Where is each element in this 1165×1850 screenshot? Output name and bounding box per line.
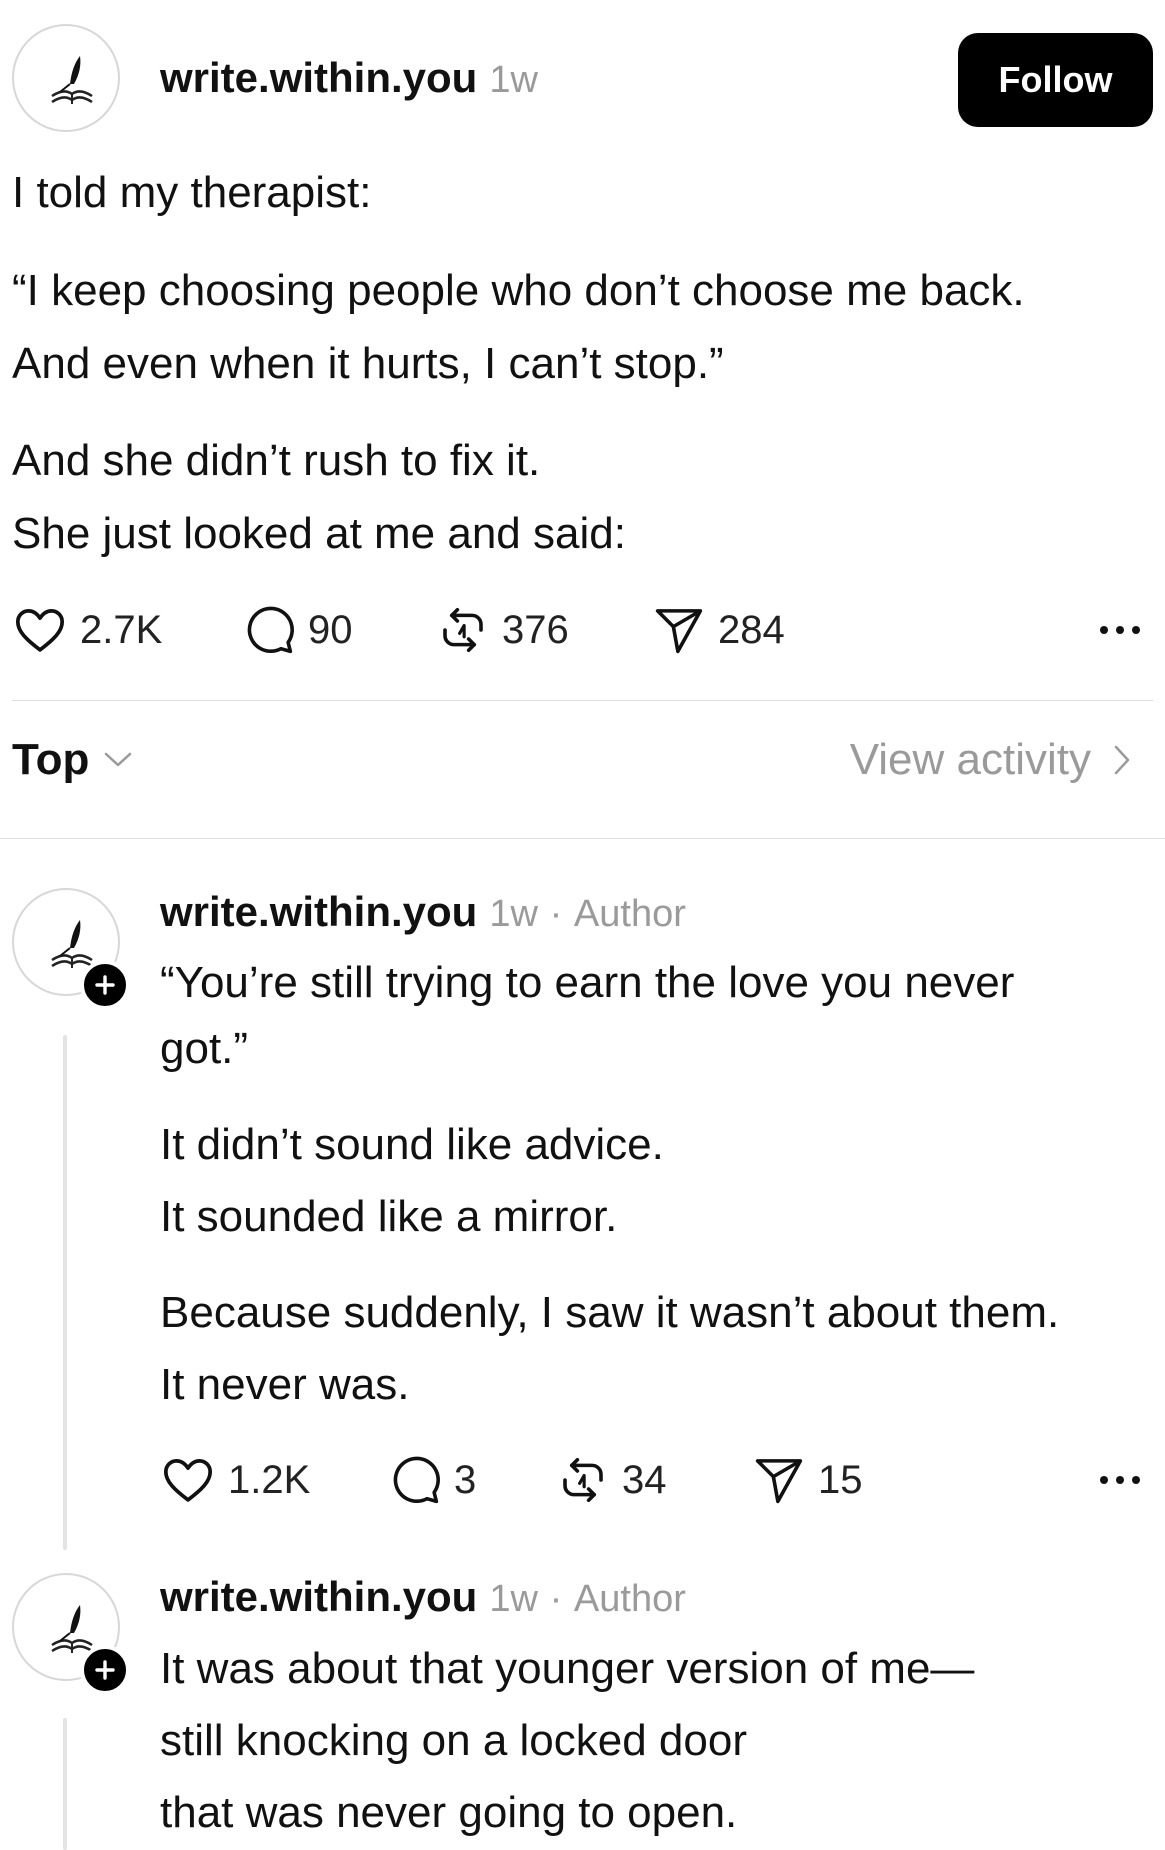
reply-text-line: got.” [160, 1024, 249, 1073]
share-count: 284 [718, 607, 785, 652]
reply-actions: 1.2K 3 34 15 [0, 1450, 1165, 1510]
divider [0, 838, 1165, 839]
like-count: 2.7K [80, 607, 163, 652]
repost-count: 376 [502, 607, 569, 652]
reply-text-line: It didn’t sound like advice. [160, 1120, 664, 1169]
paper-plane-icon [655, 609, 703, 654]
like-button[interactable]: 2.7K [12, 600, 162, 660]
share-count: 15 [818, 1457, 863, 1502]
avatar[interactable] [12, 24, 120, 132]
repost-button[interactable]: 376 [436, 600, 569, 660]
username-text[interactable]: write.within.you [160, 888, 477, 935]
thread-line [63, 1718, 67, 1850]
plus-icon [95, 1660, 115, 1680]
repost-arrows-icon [563, 1457, 603, 1503]
chevron-down-icon [105, 752, 132, 767]
reply-text-line: “You’re still trying to earn the love yo… [160, 958, 1015, 1007]
more-dots-icon [1100, 626, 1140, 634]
heart-icon [15, 609, 65, 652]
comment-button[interactable]: 90 [242, 600, 353, 660]
reply-text-line: still knocking on a locked door [160, 1716, 747, 1765]
reply-time: 1w [489, 893, 538, 935]
reply-username[interactable]: write.within.you 1w · Author [160, 888, 686, 936]
comment-button[interactable]: 3 [388, 1450, 476, 1510]
share-button[interactable]: 15 [752, 1450, 863, 1510]
post-actions: 2.7K 90 376 284 [0, 600, 1165, 660]
quill-and-book-icon [51, 56, 93, 104]
reply-text-line: It was about that younger version of me— [160, 1644, 975, 1693]
reply-text-line: It never was. [160, 1360, 410, 1409]
post-text-line: I told my therapist: [12, 168, 372, 217]
reply-text-line: Because suddenly, I saw it wasn’t about … [160, 1288, 1060, 1337]
follow-plus-badge[interactable] [80, 960, 130, 1010]
sort-label: Top [12, 735, 90, 784]
follow-plus-badge[interactable] [80, 1645, 130, 1695]
post-text-line: And she didn’t rush to fix it. [12, 436, 541, 485]
comment-count: 90 [308, 607, 353, 652]
comment-bubble-icon [393, 1456, 440, 1504]
separator-dot: · [549, 893, 563, 935]
sort-dropdown[interactable]: Top [12, 735, 133, 785]
post-time: 1w [489, 59, 538, 101]
reply-username[interactable]: write.within.you 1w · Author [160, 1573, 686, 1621]
more-button[interactable] [1090, 1450, 1150, 1510]
share-button[interactable]: 284 [652, 600, 785, 660]
post-header: write.within.you 1w Follow [0, 0, 1165, 160]
chevron-right-icon [1114, 745, 1130, 775]
repost-button[interactable]: 34 [556, 1450, 667, 1510]
repost-count: 34 [622, 1457, 667, 1502]
view-activity-label: View activity [849, 735, 1091, 784]
post-text-line: “I keep choosing people who don’t choose… [12, 266, 1025, 315]
comment-count: 3 [454, 1457, 477, 1502]
separator-dot: · [549, 1578, 563, 1620]
post-username[interactable]: write.within.you 1w [160, 54, 538, 102]
like-button[interactable]: 1.2K [160, 1450, 310, 1510]
follow-button[interactable]: Follow [958, 33, 1153, 127]
more-button[interactable] [1090, 600, 1150, 660]
reply-text-line: that was never going to open. [160, 1788, 738, 1837]
like-count: 1.2K [228, 1457, 311, 1502]
paper-plane-icon [755, 1459, 803, 1504]
more-dots-icon [1100, 1476, 1140, 1484]
view-activity-link[interactable]: View activity [850, 735, 1131, 785]
username-text[interactable]: write.within.you [160, 54, 477, 101]
plus-icon [95, 975, 115, 995]
author-tag: Author [573, 1578, 686, 1620]
thread-page: write.within.you 1w Follow I told my ther… [0, 0, 1165, 1850]
divider [12, 700, 1153, 701]
reply-text-line: It sounded like a mirror. [160, 1192, 618, 1241]
author-tag: Author [573, 893, 686, 935]
repost-arrows-icon [443, 607, 483, 653]
heart-icon [163, 1459, 213, 1502]
post-text-line: She just looked at me and said: [12, 509, 626, 558]
username-text[interactable]: write.within.you [160, 1573, 477, 1620]
post-text-line: And even when it hurts, I can’t stop.” [12, 339, 724, 388]
comment-bubble-icon [247, 606, 294, 654]
reply-time: 1w [489, 1578, 538, 1620]
